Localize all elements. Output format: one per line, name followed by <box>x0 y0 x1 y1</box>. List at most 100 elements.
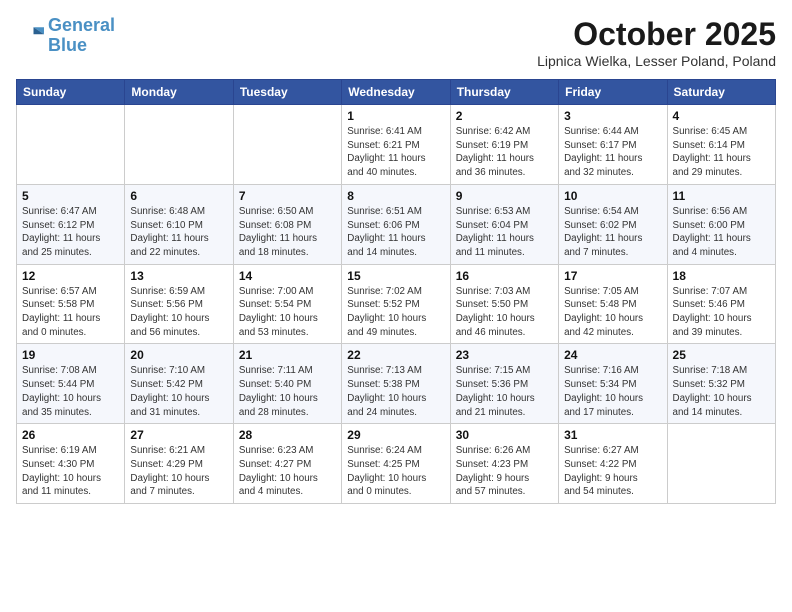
day-info: Sunrise: 7:03 AM Sunset: 5:50 PM Dayligh… <box>456 285 553 340</box>
calendar-cell: 8 Sunrise: 6:51 AM Sunset: 6:06 PM Daylig… <box>342 184 450 264</box>
day-info: Sunrise: 6:50 AM Sunset: 6:08 PM Dayligh… <box>239 205 336 260</box>
day-info: Sunrise: 6:27 AM Sunset: 4:22 PM Dayligh… <box>564 444 661 499</box>
day-info: Sunrise: 7:15 AM Sunset: 5:36 PM Dayligh… <box>456 364 553 419</box>
calendar-cell: 4 Sunrise: 6:45 AM Sunset: 6:14 PM Daylig… <box>667 105 775 185</box>
weekday-header-friday: Friday <box>559 80 667 105</box>
day-number: 5 <box>22 189 119 203</box>
weekday-header-sunday: Sunday <box>17 80 125 105</box>
day-number: 6 <box>130 189 227 203</box>
calendar-week-3: 12Sunrise: 6:57 AM Sunset: 5:58 PM Dayli… <box>17 264 776 344</box>
day-info: Sunrise: 6:47 AM Sunset: 6:12 PM Dayligh… <box>22 205 119 260</box>
day-number: 23 <box>456 348 553 362</box>
calendar-cell: 11 Sunrise: 6:56 AM Sunset: 6:00 PM Dayli… <box>667 184 775 264</box>
day-info: Sunrise: 6:42 AM Sunset: 6:19 PM Dayligh… <box>456 125 553 180</box>
calendar-cell: 14 Sunrise: 7:00 AM Sunset: 5:54 PM Dayli… <box>233 264 341 344</box>
day-info: Sunrise: 6:59 AM Sunset: 5:56 PM Dayligh… <box>130 285 227 340</box>
day-number: 20 <box>130 348 227 362</box>
calendar-cell: 28Sunrise: 6:23 AM Sunset: 4:27 PM Dayli… <box>233 424 341 504</box>
day-number: 31 <box>564 428 661 442</box>
day-number: 3 <box>564 109 661 123</box>
weekday-header-row: SundayMondayTuesdayWednesdayThursdayFrid… <box>17 80 776 105</box>
calendar-week-5: 26 Sunrise: 6:19 AM Sunset: 4:30 PM Dayli… <box>17 424 776 504</box>
calendar-cell: 22 Sunrise: 7:13 AM Sunset: 5:38 PM Dayli… <box>342 344 450 424</box>
day-info: Sunrise: 6:21 AM Sunset: 4:29 PM Dayligh… <box>130 444 227 499</box>
calendar-cell: 13 Sunrise: 6:59 AM Sunset: 5:56 PM Dayli… <box>125 264 233 344</box>
day-number: 11 <box>673 189 770 203</box>
day-number: 7 <box>239 189 336 203</box>
calendar-week-4: 19 Sunrise: 7:08 AM Sunset: 5:44 PM Dayli… <box>17 344 776 424</box>
calendar-cell: 19 Sunrise: 7:08 AM Sunset: 5:44 PM Dayli… <box>17 344 125 424</box>
title-area: October 2025 Lipnica Wielka, Lesser Pola… <box>537 16 776 69</box>
day-number: 25 <box>673 348 770 362</box>
day-number: 19 <box>22 348 119 362</box>
calendar-cell: 6Sunrise: 6:48 AM Sunset: 6:10 PM Daylig… <box>125 184 233 264</box>
calendar-cell: 5 Sunrise: 6:47 AM Sunset: 6:12 PM Daylig… <box>17 184 125 264</box>
day-number: 13 <box>130 269 227 283</box>
calendar-cell: 7 Sunrise: 6:50 AM Sunset: 6:08 PM Daylig… <box>233 184 341 264</box>
day-number: 8 <box>347 189 444 203</box>
day-number: 29 <box>347 428 444 442</box>
calendar-cell: 17Sunrise: 7:05 AM Sunset: 5:48 PM Dayli… <box>559 264 667 344</box>
day-number: 16 <box>456 269 553 283</box>
weekday-header-thursday: Thursday <box>450 80 558 105</box>
calendar-cell: 29 Sunrise: 6:24 AM Sunset: 4:25 PM Dayli… <box>342 424 450 504</box>
day-info: Sunrise: 6:51 AM Sunset: 6:06 PM Dayligh… <box>347 205 444 260</box>
logo-line2: Blue <box>48 35 87 55</box>
calendar-table: SundayMondayTuesdayWednesdayThursdayFrid… <box>16 79 776 504</box>
calendar-cell: 26 Sunrise: 6:19 AM Sunset: 4:30 PM Dayli… <box>17 424 125 504</box>
day-number: 14 <box>239 269 336 283</box>
calendar-cell <box>125 105 233 185</box>
calendar-cell: 3 Sunrise: 6:44 AM Sunset: 6:17 PM Daylig… <box>559 105 667 185</box>
day-number: 9 <box>456 189 553 203</box>
day-number: 30 <box>456 428 553 442</box>
day-info: Sunrise: 7:07 AM Sunset: 5:46 PM Dayligh… <box>673 285 770 340</box>
day-number: 21 <box>239 348 336 362</box>
weekday-header-wednesday: Wednesday <box>342 80 450 105</box>
weekday-header-monday: Monday <box>125 80 233 105</box>
day-number: 15 <box>347 269 444 283</box>
calendar-cell: 18 Sunrise: 7:07 AM Sunset: 5:46 PM Dayli… <box>667 264 775 344</box>
day-info: Sunrise: 7:11 AM Sunset: 5:40 PM Dayligh… <box>239 364 336 419</box>
day-number: 27 <box>130 428 227 442</box>
day-number: 2 <box>456 109 553 123</box>
day-info: Sunrise: 6:44 AM Sunset: 6:17 PM Dayligh… <box>564 125 661 180</box>
day-number: 24 <box>564 348 661 362</box>
day-info: Sunrise: 7:16 AM Sunset: 5:34 PM Dayligh… <box>564 364 661 419</box>
day-info: Sunrise: 6:56 AM Sunset: 6:00 PM Dayligh… <box>673 205 770 260</box>
day-info: Sunrise: 6:23 AM Sunset: 4:27 PM Dayligh… <box>239 444 336 499</box>
month-title: October 2025 <box>537 16 776 53</box>
calendar-cell: 31 Sunrise: 6:27 AM Sunset: 4:22 PM Dayli… <box>559 424 667 504</box>
day-info: Sunrise: 7:13 AM Sunset: 5:38 PM Dayligh… <box>347 364 444 419</box>
calendar-cell: 2 Sunrise: 6:42 AM Sunset: 6:19 PM Daylig… <box>450 105 558 185</box>
day-info: Sunrise: 7:00 AM Sunset: 5:54 PM Dayligh… <box>239 285 336 340</box>
logo-text: General Blue <box>48 16 115 56</box>
location-title: Lipnica Wielka, Lesser Poland, Poland <box>537 53 776 69</box>
day-number: 18 <box>673 269 770 283</box>
page-header: General Blue October 2025 Lipnica Wielka… <box>16 16 776 69</box>
calendar-cell: 23 Sunrise: 7:15 AM Sunset: 5:36 PM Dayli… <box>450 344 558 424</box>
day-info: Sunrise: 6:45 AM Sunset: 6:14 PM Dayligh… <box>673 125 770 180</box>
calendar-cell: 25 Sunrise: 7:18 AM Sunset: 5:32 PM Dayli… <box>667 344 775 424</box>
calendar-cell: 24 Sunrise: 7:16 AM Sunset: 5:34 PM Dayli… <box>559 344 667 424</box>
day-number: 26 <box>22 428 119 442</box>
calendar-cell: 16 Sunrise: 7:03 AM Sunset: 5:50 PM Dayli… <box>450 264 558 344</box>
logo-line1: General <box>48 15 115 35</box>
day-number: 17 <box>564 269 661 283</box>
day-info: Sunrise: 6:24 AM Sunset: 4:25 PM Dayligh… <box>347 444 444 499</box>
calendar-cell <box>667 424 775 504</box>
day-info: Sunrise: 7:10 AM Sunset: 5:42 PM Dayligh… <box>130 364 227 419</box>
day-info: Sunrise: 6:54 AM Sunset: 6:02 PM Dayligh… <box>564 205 661 260</box>
day-info: Sunrise: 7:08 AM Sunset: 5:44 PM Dayligh… <box>22 364 119 419</box>
day-info: Sunrise: 6:41 AM Sunset: 6:21 PM Dayligh… <box>347 125 444 180</box>
day-number: 4 <box>673 109 770 123</box>
day-number: 10 <box>564 189 661 203</box>
day-number: 22 <box>347 348 444 362</box>
day-info: Sunrise: 6:19 AM Sunset: 4:30 PM Dayligh… <box>22 444 119 499</box>
calendar-week-2: 5 Sunrise: 6:47 AM Sunset: 6:12 PM Daylig… <box>17 184 776 264</box>
calendar-cell <box>233 105 341 185</box>
day-info: Sunrise: 7:18 AM Sunset: 5:32 PM Dayligh… <box>673 364 770 419</box>
day-info: Sunrise: 7:02 AM Sunset: 5:52 PM Dayligh… <box>347 285 444 340</box>
calendar-cell: 30Sunrise: 6:26 AM Sunset: 4:23 PM Dayli… <box>450 424 558 504</box>
calendar-cell: 20 Sunrise: 7:10 AM Sunset: 5:42 PM Dayli… <box>125 344 233 424</box>
day-number: 12 <box>22 269 119 283</box>
